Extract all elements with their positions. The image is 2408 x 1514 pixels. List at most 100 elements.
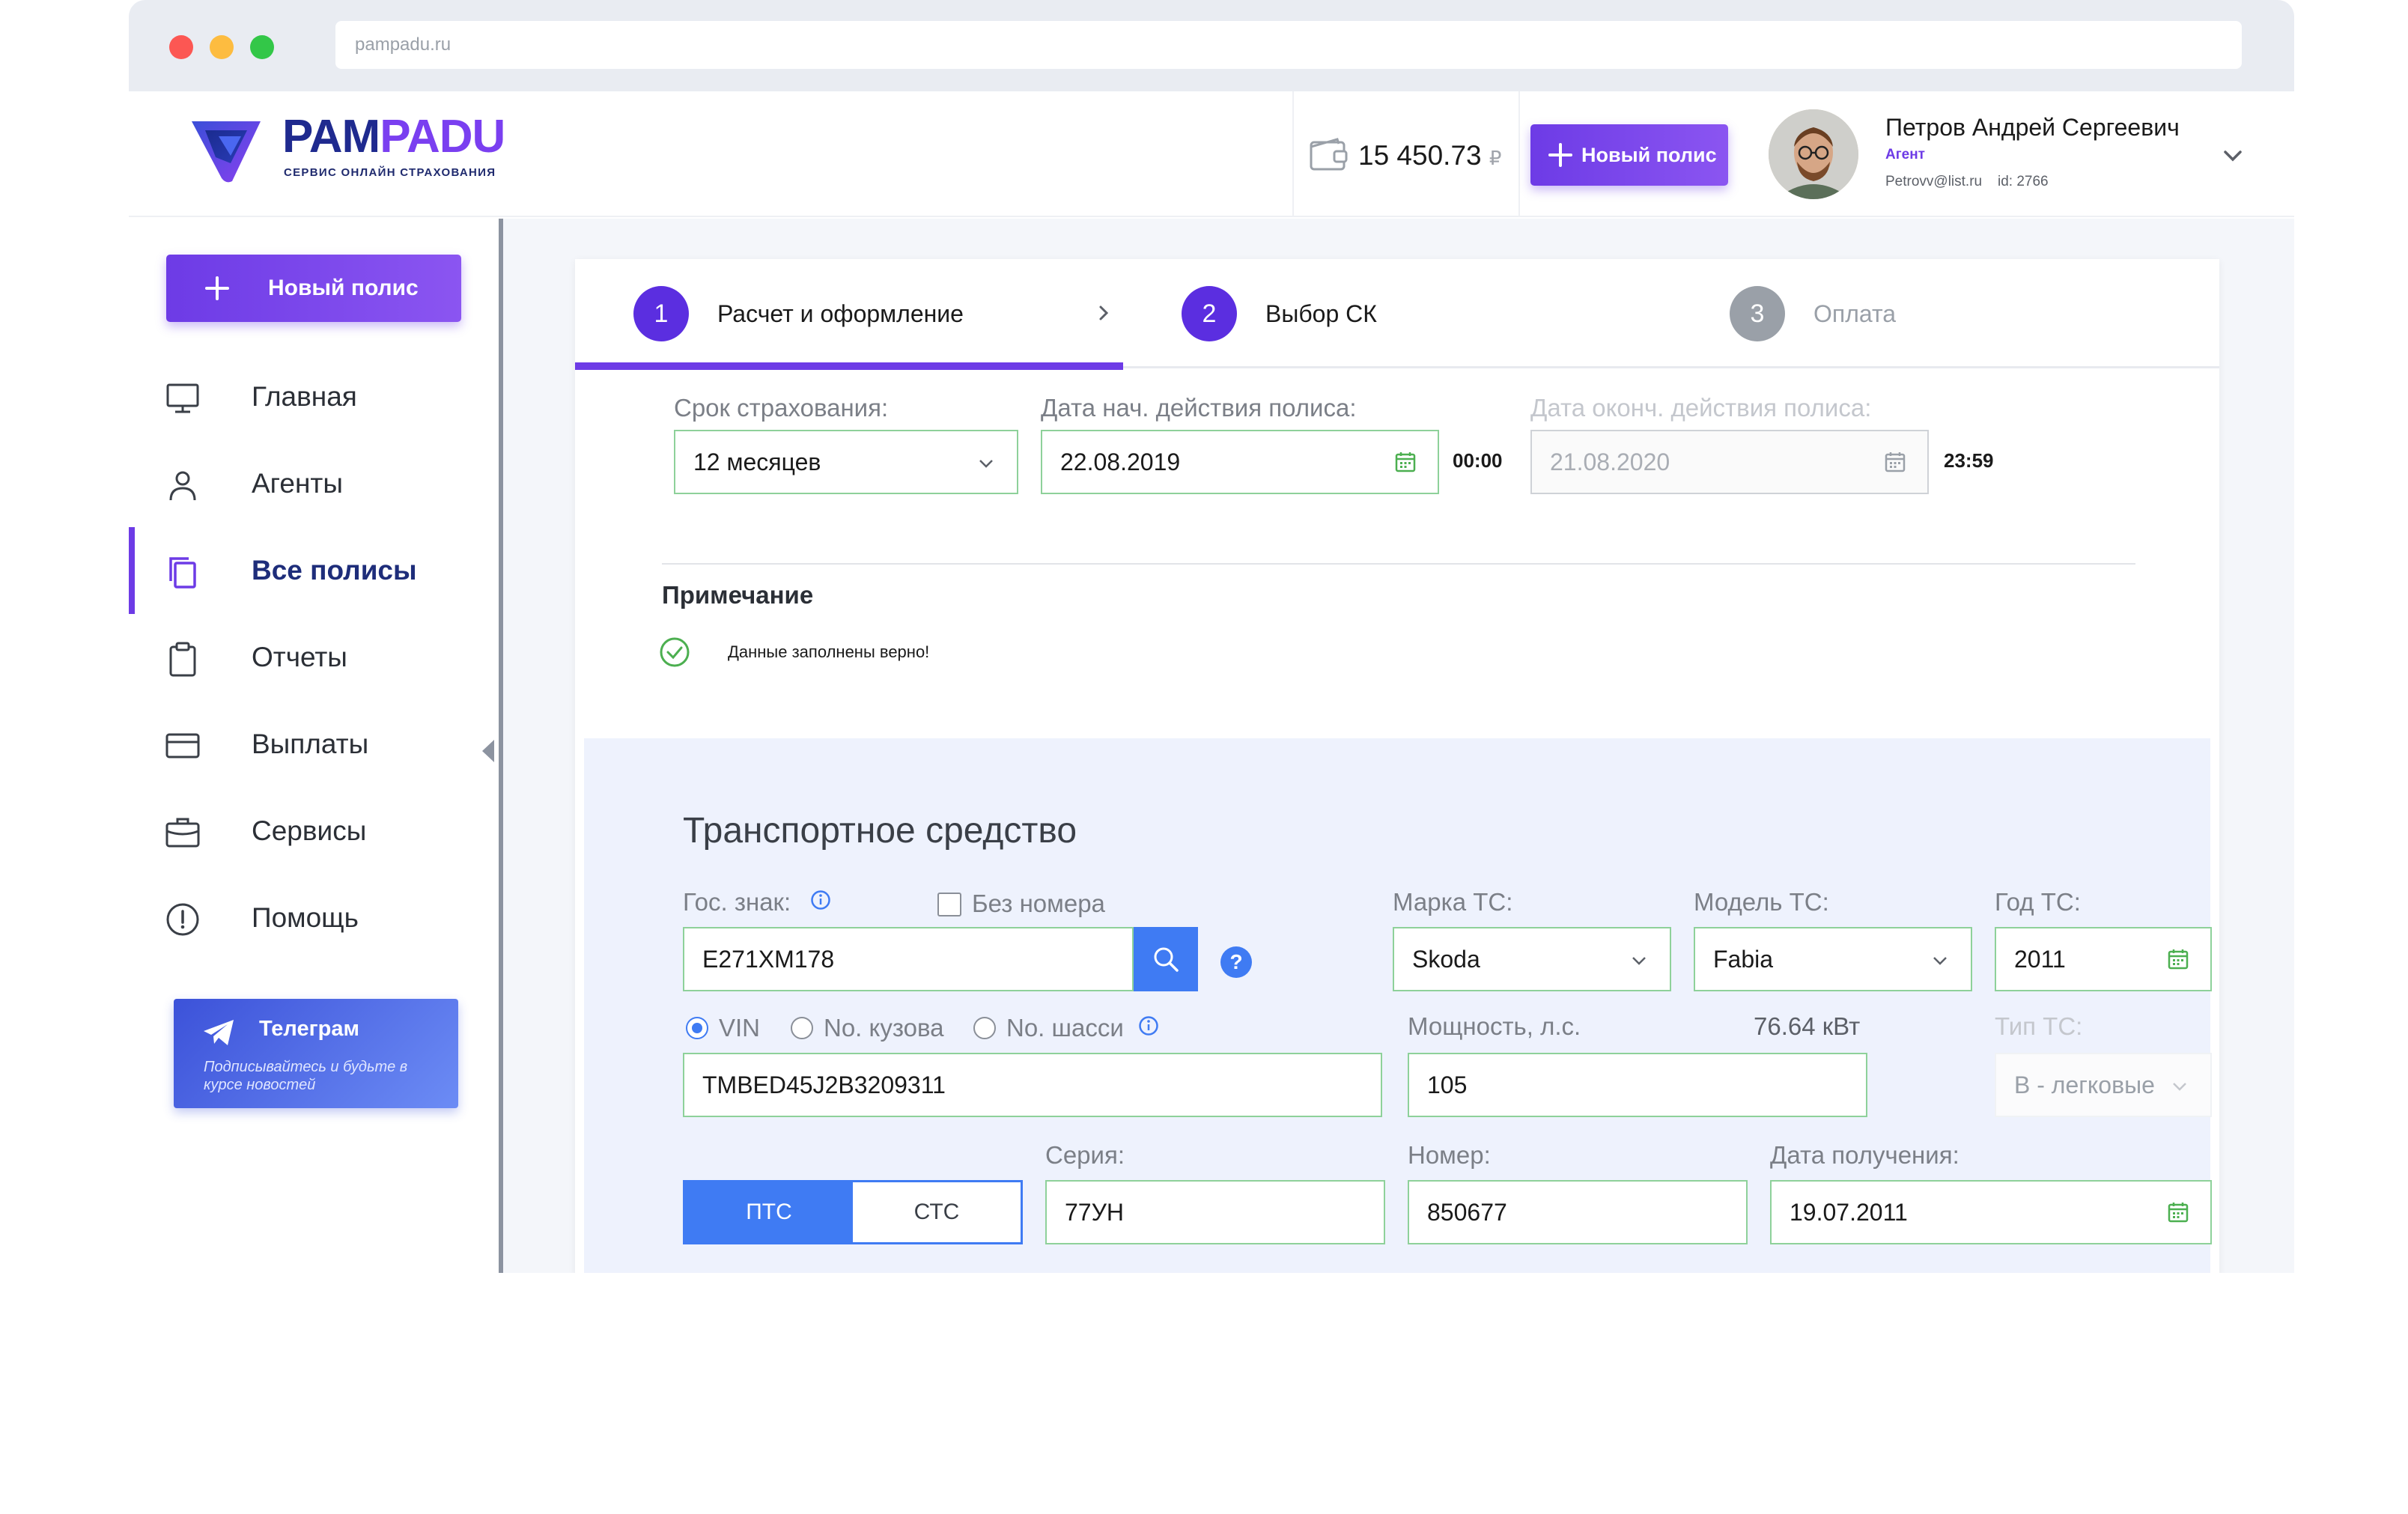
sidebar-item-agents[interactable]: Агенты <box>129 440 499 527</box>
power-label: Мощность, л.с. <box>1408 1012 1581 1040</box>
plus-icon <box>1548 143 1572 167</box>
header-divider <box>1518 91 1520 217</box>
model-label: Модель ТС: <box>1694 888 1829 916</box>
note-title: Примечание <box>662 581 814 609</box>
end-date-label: Дата оконч. действия полиса: <box>1530 394 1872 422</box>
calendar-icon[interactable] <box>1394 451 1417 473</box>
app-header: PAMPADU СЕРВИС ОНЛАЙН СТРАХОВАНИЯ 15 450… <box>129 91 2294 217</box>
term-value: 12 месяцев <box>693 449 821 475</box>
plus-icon <box>205 276 229 300</box>
power-input[interactable]: 105 <box>1408 1053 1867 1117</box>
brand-name-part2: PADU <box>380 111 505 162</box>
brand-value: Skoda <box>1412 946 1480 973</box>
header-new-policy-label: Новый полис <box>1581 144 1717 166</box>
brand-label: Марка ТС: <box>1393 888 1513 916</box>
no-plate-checkbox[interactable] <box>937 893 961 916</box>
sidebar-item-help[interactable]: Помощь <box>129 875 499 961</box>
check-circle-icon <box>660 637 690 667</box>
term-select[interactable]: 12 месяцев <box>674 430 1018 494</box>
sidebar-item-payouts[interactable]: Выплаты <box>129 701 499 788</box>
plate-value: Е271ХМ178 <box>702 946 835 973</box>
doc-tab-sts[interactable]: СТС <box>853 1182 1021 1242</box>
sidebar-item-label: Агенты <box>252 468 343 499</box>
sidebar-item-label: Главная <box>252 381 357 412</box>
help-question-icon[interactable]: ? <box>1220 946 1252 978</box>
close-window-dot[interactable] <box>169 35 193 59</box>
chevron-right-icon <box>1099 305 1109 320</box>
vin-label: VIN <box>719 1014 761 1042</box>
year-input[interactable]: 2011 <box>1995 927 2212 991</box>
briefcase-icon <box>165 815 201 851</box>
user-icon <box>165 467 201 503</box>
vin-radio[interactable] <box>686 1017 708 1039</box>
monitor-icon <box>165 380 201 416</box>
chevron-down-icon <box>1632 957 1646 965</box>
minimize-window-dot[interactable] <box>210 35 234 59</box>
user-email: Petrovv@list.ru <box>1885 174 1983 189</box>
vehicle-type-label: Тип ТС: <box>1995 1012 2083 1040</box>
sidebar-item-reports[interactable]: Отчеты <box>129 614 499 701</box>
user-id: id: 2766 <box>1998 174 2049 189</box>
telegram-title: Телеграм <box>259 1017 359 1041</box>
calendar-icon <box>1885 452 1906 472</box>
telegram-icon <box>204 1020 234 1045</box>
user-role: Агент <box>1885 147 1925 162</box>
active-indicator <box>129 527 135 614</box>
plate-label: Гос. знак: <box>683 888 791 916</box>
body-number-radio[interactable] <box>791 1017 813 1039</box>
number-input[interactable]: 850677 <box>1408 1180 1748 1244</box>
chevron-down-icon <box>1933 957 1947 965</box>
telegram-banner[interactable]: Телеграм Подписывайтесь и будьте в курсе… <box>174 999 458 1108</box>
currency-symbol: ₽ <box>1489 147 1502 169</box>
calendar-icon[interactable] <box>2167 1201 2189 1223</box>
sidebar-new-policy-label: Новый полис <box>268 276 419 300</box>
info-icon[interactable] <box>1138 1015 1159 1036</box>
chevron-down-icon <box>979 460 993 468</box>
plate-input[interactable]: Е271ХМ178 <box>683 927 1134 991</box>
wallet-icon <box>1309 136 1349 174</box>
vin-input[interactable]: TMBED45J2B3209311 <box>683 1053 1382 1117</box>
vehicle-section: Транспортное средство Гос. знак: Без ном… <box>584 738 2212 1273</box>
step-label: Оплата <box>1813 300 1897 327</box>
user-avatar-icon <box>1769 109 1858 199</box>
info-icon[interactable] <box>810 890 831 910</box>
brand-tagline: СЕРВИС ОНЛАЙН СТРАХОВАНИЯ <box>284 166 496 179</box>
sidebar-item-all-policies[interactable]: Все полисы <box>129 527 499 614</box>
user-name: Петров Андрей Сергеевич <box>1885 114 2180 141</box>
maximize-window-dot[interactable] <box>250 35 274 59</box>
user-menu-chevron-down-icon[interactable] <box>2218 141 2248 171</box>
step-number: 1 <box>633 286 689 341</box>
issue-date-input[interactable]: 19.07.2011 <box>1770 1180 2212 1244</box>
brand-select[interactable]: Skoda <box>1393 927 1671 991</box>
sidebar-collapse-arrow-icon[interactable] <box>482 740 494 762</box>
step-1[interactable]: 1 Расчет и оформление <box>575 259 1123 368</box>
header-divider <box>1292 91 1294 217</box>
no-plate-label: Без номера <box>972 890 1105 917</box>
address-bar[interactable]: pampadu.ru <box>335 21 2242 69</box>
doc-tab-pts[interactable]: ПТС <box>685 1182 853 1242</box>
card-icon <box>165 728 201 764</box>
vehicle-type-value: B - легковые <box>2014 1071 2155 1098</box>
calendar-icon[interactable] <box>2167 948 2189 970</box>
sidebar-item-home[interactable]: Главная <box>129 353 499 440</box>
model-value: Fabia <box>1713 946 1774 973</box>
sidebar-new-policy-button[interactable]: Новый полис <box>166 255 461 322</box>
brand-name: PAMPADU <box>282 111 505 163</box>
sidebar-item-services[interactable]: Сервисы <box>129 788 499 875</box>
end-date-value: 21.08.2020 <box>1550 449 1670 475</box>
balance-amount: 15 450.73 <box>1358 140 1482 171</box>
header-new-policy-button[interactable]: Новый полис <box>1530 124 1728 186</box>
step-3[interactable]: 3 Оплата <box>1671 259 2219 368</box>
section-divider <box>662 563 2135 565</box>
chassis-number-label: No. шасси <box>1006 1014 1124 1042</box>
step-2[interactable]: 2 Выбор СК <box>1123 259 1671 368</box>
start-date-input[interactable]: 22.08.2019 <box>1041 430 1439 494</box>
plate-search-button[interactable] <box>1134 927 1198 991</box>
step-number: 3 <box>1730 286 1785 341</box>
search-icon <box>1154 947 1179 972</box>
sidebar-item-label: Все полисы <box>252 555 417 586</box>
chassis-number-radio[interactable] <box>973 1017 996 1039</box>
model-select[interactable]: Fabia <box>1694 927 1972 991</box>
user-avatar[interactable] <box>1769 109 1858 199</box>
series-input[interactable]: 77УН <box>1045 1180 1385 1244</box>
